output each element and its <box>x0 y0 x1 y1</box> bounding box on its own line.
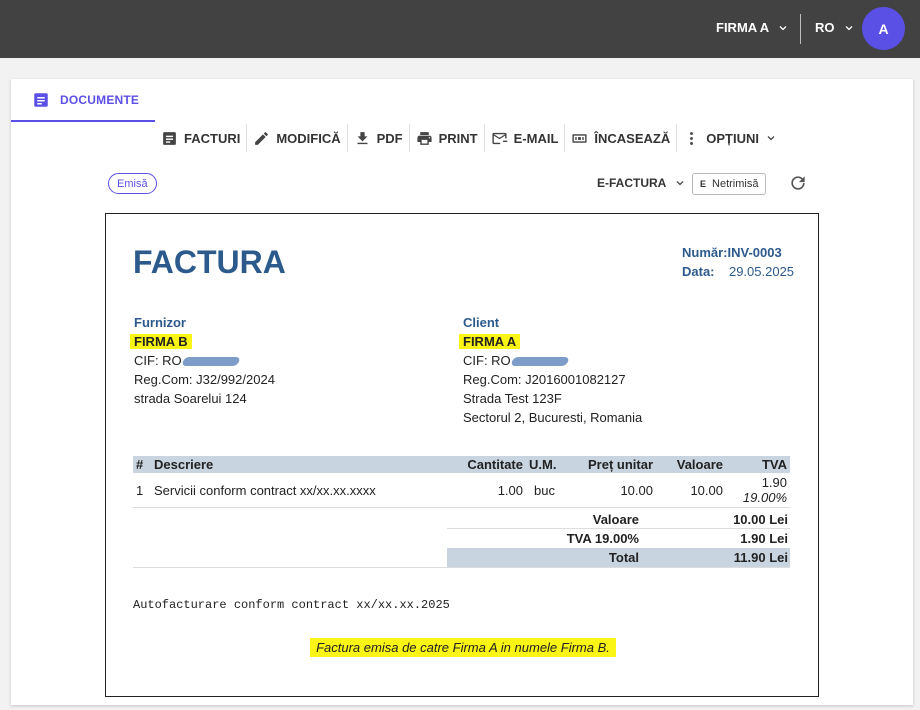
total-label: Valoare <box>592 511 639 527</box>
tab-label: DOCUMENTE <box>60 92 140 107</box>
user-avatar[interactable]: A <box>862 7 905 50</box>
total-row-vat: TVA 19.00% 1.90 Lei <box>447 529 790 548</box>
efactura-dropdown[interactable]: E-FACTURA <box>597 176 686 190</box>
divider <box>133 567 790 568</box>
document-toolbar: FACTURI MODIFICĂ PDF PRINT E-MAIL ÎNCASE… <box>155 124 783 152</box>
total-label: TVA 19.00% <box>566 531 639 546</box>
items-table: # Descriere Cantitate U.M. Preț unitar V… <box>133 456 790 508</box>
invoice-meta: Număr:INV-0003 Data: 29.05.2025 <box>682 243 794 281</box>
supplier-label: Furnizor <box>134 315 186 330</box>
total-row-grand: Total 11.90 Lei <box>447 548 790 567</box>
invoice-title: FACTURA <box>133 244 286 280</box>
status-badge: Emisă <box>108 173 157 194</box>
email-icon <box>492 132 507 144</box>
col-unit-price: Preț unitar <box>571 456 656 473</box>
invoices-button[interactable]: FACTURI <box>155 124 248 152</box>
language-code: RO <box>815 20 835 35</box>
item-vat: 1.90 <box>761 475 787 490</box>
client-name: FIRMA A <box>459 334 521 349</box>
invoice-note: Autofacturare conform contract xx/xx.xx.… <box>133 598 450 612</box>
item-vat-rate: 19.00% <box>742 490 787 505</box>
item-vat-cell: 1.90 19.00% <box>726 473 790 508</box>
date-label: Data: <box>682 264 715 279</box>
col-quantity: Cantitate <box>436 456 526 473</box>
invoice-preview: FACTURA Număr:INV-0003 Data: 29.05.2025 … <box>105 213 819 697</box>
redaction-mark <box>181 357 241 367</box>
item-description: Servicii conform contract xx/xx.xx.xxxx <box>154 483 376 498</box>
documents-card: DOCUMENTE FACTURI MODIFICĂ PDF PRINT E-M… <box>11 79 913 705</box>
efactura-status-letter: E <box>700 179 707 189</box>
client-regcom: Reg.Com: J2016001082127 <box>463 372 626 387</box>
col-value: Valoare <box>656 456 726 473</box>
email-button[interactable]: E-MAIL <box>485 124 566 152</box>
email-button-label: E-MAIL <box>513 130 559 146</box>
pdf-button[interactable]: PDF <box>348 124 410 152</box>
col-unit: U.M. <box>526 456 571 473</box>
header-divider <box>800 14 801 44</box>
client-address-line2: Sectorul 2, Bucuresti, Romania <box>463 410 643 425</box>
options-menu-label: OPȚIUNI <box>706 130 759 146</box>
invoices-button-label: FACTURI <box>184 130 241 146</box>
number-label: Număr: <box>682 245 728 260</box>
table-row: 1 Servicii conform contract xx/xx.xx.xxx… <box>133 473 790 508</box>
invoice-footer: Factura emisa de catre Firma A in numele… <box>106 638 820 657</box>
document-icon <box>34 92 48 107</box>
cash-icon <box>572 133 587 143</box>
edit-button[interactable]: MODIFICĂ <box>247 124 348 152</box>
client-label: Client <box>463 315 500 330</box>
pencil-icon <box>255 131 269 145</box>
supplier-address: strada Soarelui 124 <box>134 391 247 406</box>
item-quantity: 1.00 <box>497 483 523 498</box>
total-amount: 11.90 Lei <box>733 550 788 565</box>
client-cif: CIF: RO <box>463 353 511 368</box>
total-amount: 1.90 Lei <box>740 531 788 546</box>
print-button[interactable]: PRINT <box>410 124 485 152</box>
supplier-cif: CIF: RO <box>134 353 182 368</box>
chevron-down-icon <box>676 181 684 186</box>
chevron-down-icon <box>767 136 775 141</box>
more-vertical-icon <box>690 131 694 145</box>
firm-selector[interactable]: FIRMA A <box>716 20 789 35</box>
supplier-regcom: Reg.Com: J32/992/2024 <box>134 372 275 387</box>
invoice-number: INV-0003 <box>727 245 782 260</box>
supplier-name: FIRMA B <box>130 334 192 349</box>
efactura-status-chip[interactable]: E Netrimisă <box>692 173 767 195</box>
printer-icon <box>417 131 432 145</box>
options-menu[interactable]: OPȚIUNI <box>677 124 783 152</box>
client-address-line1: Strada Test 123F <box>463 391 562 406</box>
chevron-down-icon <box>779 25 787 30</box>
total-label: Total <box>608 550 639 565</box>
item-value: 10.00 <box>690 483 723 498</box>
item-unit: buc <box>534 483 555 498</box>
document-icon <box>163 131 176 145</box>
client-block: Client FIRMA A CIF: RO Reg.Com: J2016001… <box>459 313 643 427</box>
edit-button-label: MODIFICĂ <box>276 130 341 146</box>
invoice-date: 29.05.2025 <box>728 264 795 279</box>
item-nr: 1 <box>136 483 144 498</box>
collect-button-label: ÎNCASEAZĂ <box>594 130 671 146</box>
print-button-label: PRINT <box>438 130 478 146</box>
firm-name: FIRMA A <box>716 20 770 35</box>
chevron-down-icon <box>845 25 852 30</box>
col-nr: # <box>133 456 151 473</box>
redaction-mark <box>510 357 570 367</box>
total-amount: 10.00 Lei <box>733 511 788 527</box>
footer-text: Factura emisa de catre Firma A in numele… <box>310 638 616 657</box>
item-price: 10.00 <box>620 483 653 498</box>
supplier-block: Furnizor FIRMA B CIF: RO Reg.Com: J32/99… <box>130 313 275 408</box>
col-vat: TVA <box>726 456 790 473</box>
efactura-label: E-FACTURA <box>597 176 667 190</box>
pdf-button-label: PDF <box>376 130 403 146</box>
app-header: FIRMA A RO A <box>0 0 920 58</box>
collect-button[interactable]: ÎNCASEAZĂ <box>565 124 678 152</box>
col-description: Descriere <box>151 456 436 473</box>
tab-documents[interactable]: DOCUMENTE <box>11 79 155 122</box>
language-selector[interactable]: RO <box>815 20 855 35</box>
efactura-status-text: Netrimisă <box>712 178 759 190</box>
total-row-value: Valoare 10.00 Lei <box>447 510 790 529</box>
download-icon <box>357 131 368 144</box>
refresh-icon[interactable] <box>788 173 808 193</box>
